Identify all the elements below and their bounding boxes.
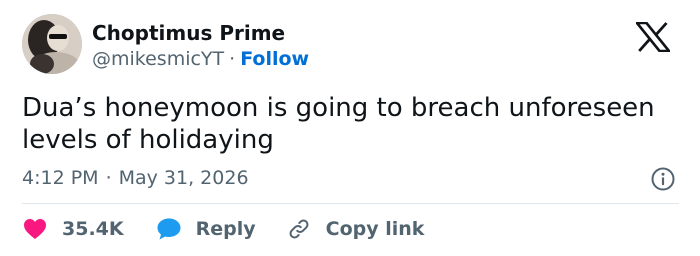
avatar[interactable] — [22, 14, 82, 74]
timestamp[interactable]: 4:12 PM · May 31, 2026 — [22, 166, 249, 190]
like-button[interactable]: 35.4K — [22, 216, 124, 242]
speech-bubble-icon — [156, 216, 182, 242]
action-bar: 35.4K Reply Copy link — [22, 214, 454, 244]
reply-label: Reply — [195, 218, 256, 240]
divider — [22, 203, 679, 204]
tweet-text: Dua’s honeymoon is going to breach unfor… — [22, 93, 655, 155]
timestamp-separator: · — [105, 167, 112, 189]
copy-link-button[interactable]: Copy link — [286, 216, 425, 242]
copy-link-label: Copy link — [325, 218, 425, 240]
display-name[interactable]: Choptimus Prime — [92, 20, 285, 46]
tweet-date: May 31, 2026 — [118, 167, 249, 189]
x-logo-icon[interactable] — [634, 21, 672, 53]
heart-icon — [22, 216, 48, 242]
info-icon[interactable] — [650, 166, 676, 192]
handle-separator: · — [229, 48, 236, 70]
avatar-image — [22, 14, 82, 74]
link-icon — [286, 216, 312, 242]
handle-line: @mikesmicYT · Follow — [92, 47, 309, 71]
tweet-time: 4:12 PM — [22, 167, 99, 189]
tweet-card: Choptimus Prime @mikesmicYT · Follow Dua’s… — [0, 0, 700, 256]
handle[interactable]: @mikesmicYT — [92, 48, 224, 70]
like-count: 35.4K — [62, 218, 124, 240]
reply-button[interactable]: Reply — [156, 216, 256, 242]
follow-button[interactable]: Follow — [240, 48, 309, 70]
